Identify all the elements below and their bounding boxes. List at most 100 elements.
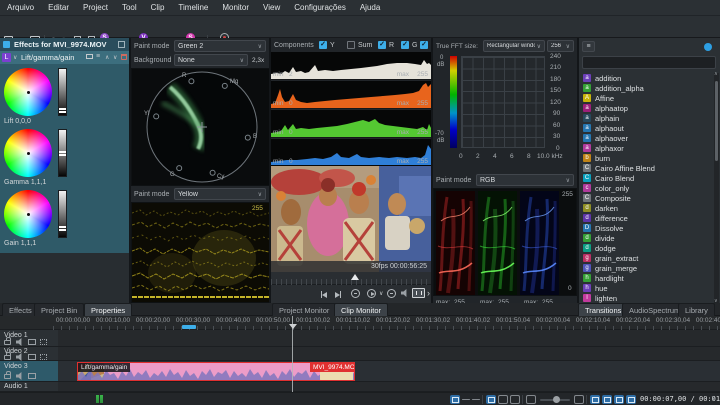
menu-tool[interactable]: Tool xyxy=(115,0,144,16)
timeline-zoom-slider[interactable] xyxy=(540,399,570,401)
zoom-slider-knob[interactable] xyxy=(553,396,560,403)
zoom-out-icon[interactable] xyxy=(526,395,536,404)
list-item[interactable]: hhue xyxy=(579,283,713,293)
audio-volume-icon[interactable] xyxy=(401,289,409,297)
list-item[interactable]: AAffine xyxy=(579,93,713,103)
zone-mode-icon[interactable] xyxy=(412,288,425,298)
spacer-icon[interactable] xyxy=(510,395,520,404)
mute-track-icon[interactable] xyxy=(16,372,24,380)
track-video2-header[interactable]: Video 2 xyxy=(0,347,58,361)
tab-library[interactable]: Library xyxy=(678,303,715,316)
lift-value-slider[interactable] xyxy=(58,68,67,116)
tab-clip-monitor[interactable]: Clip Monitor xyxy=(334,303,388,316)
timecode-dropdown-icon[interactable]: ∨ xyxy=(711,395,715,402)
spacer-tool-icon[interactable] xyxy=(462,399,470,400)
vectorscope-paint-mode-select[interactable]: Green 2∨ xyxy=(174,40,266,52)
list-item[interactable]: ccolor_only xyxy=(579,183,713,193)
lock-track-icon[interactable] xyxy=(4,340,11,345)
lock-track-icon[interactable] xyxy=(4,355,11,360)
track-video2-content[interactable] xyxy=(58,347,720,361)
checkbox-r[interactable]: ✓ xyxy=(378,41,386,49)
monitor-playhead-marker[interactable] xyxy=(351,274,359,280)
tab-properties[interactable]: Properties xyxy=(84,303,132,316)
show-audio-thumbnails-icon[interactable] xyxy=(602,395,612,404)
parade-paint-mode-select[interactable]: RGB∨ xyxy=(476,174,574,186)
track-audio1-header[interactable]: Audio 1 xyxy=(0,382,58,392)
menu-ajuda[interactable]: Ajuda xyxy=(353,0,387,16)
collapse-effect-icon[interactable]: ∨ xyxy=(13,54,17,61)
list-item[interactable]: ddivide xyxy=(579,233,713,243)
float-panel-icon[interactable] xyxy=(118,41,125,48)
list-item[interactable]: ddodge xyxy=(579,243,713,253)
fft-window-select[interactable]: Rectangular window∨ xyxy=(483,40,545,52)
checkbox-sum[interactable] xyxy=(347,41,355,49)
list-item[interactable]: aalphaxor xyxy=(579,143,713,153)
scroll-up-icon[interactable]: ∧ xyxy=(714,71,718,77)
lift-color-wheel[interactable] xyxy=(4,68,52,116)
hide-track-icon[interactable] xyxy=(28,339,36,345)
list-view-mode-button[interactable]: ≡ xyxy=(582,41,595,52)
gain-value-slider[interactable] xyxy=(58,190,67,238)
menu-editar[interactable]: Editar xyxy=(41,0,76,16)
show-markers-icon[interactable] xyxy=(614,395,624,404)
checkbox-y[interactable]: ✓ xyxy=(319,41,327,49)
more-options-icon[interactable]: › xyxy=(427,288,430,298)
gain-color-wheel[interactable] xyxy=(4,190,52,238)
play-dropdown-icon[interactable]: ∨ xyxy=(379,290,383,297)
play-button-icon[interactable] xyxy=(367,289,376,298)
list-item[interactable]: ggrain_merge xyxy=(579,263,713,273)
slider-handle[interactable] xyxy=(59,226,66,228)
list-item[interactable]: ddarken xyxy=(579,203,713,213)
hide-track-icon[interactable] xyxy=(28,354,36,360)
move-effect-down-icon[interactable]: ∨ xyxy=(113,54,117,61)
track-effects-icon[interactable] xyxy=(40,339,47,345)
timeline-zone[interactable] xyxy=(182,325,196,329)
list-item[interactable]: aalphaatop xyxy=(579,103,713,113)
monitor-video[interactable]: 30fps 00:00:56:25 xyxy=(271,166,431,272)
list-item[interactable]: llighten xyxy=(579,293,713,303)
menu-project[interactable]: Project xyxy=(76,0,115,16)
vectorscope-background-select[interactable]: None∨ xyxy=(174,54,248,66)
menu-monitor[interactable]: Monitor xyxy=(215,0,256,16)
checkbox-g[interactable]: ✓ xyxy=(401,41,409,49)
list-scrollbar[interactable]: ∧ ∨ xyxy=(714,73,719,303)
forward-1-frame-icon[interactable] xyxy=(335,290,341,299)
effect-row-lift-gamma-gain[interactable]: L ∨ Lift/gamma/gain ≡ ∧ ∨ xyxy=(0,51,129,64)
go-to-zone-end-icon[interactable] xyxy=(387,289,396,298)
snap-icon[interactable] xyxy=(626,395,636,404)
zoom-fit-icon[interactable] xyxy=(574,395,584,404)
list-item[interactable]: bburn xyxy=(579,153,713,163)
list-item[interactable]: DDissolve xyxy=(579,223,713,233)
list-item[interactable]: aaddition xyxy=(579,73,713,83)
go-to-zone-start-icon[interactable] xyxy=(351,289,360,298)
menu-timeline[interactable]: Timeline xyxy=(171,0,215,16)
list-item[interactable]: aalphaout xyxy=(579,123,713,133)
list-item[interactable]: CComposite xyxy=(579,193,713,203)
list-item[interactable]: ddifference xyxy=(579,213,713,223)
list-item[interactable]: hhardlight xyxy=(579,273,713,283)
tab-project-bin[interactable]: Project Bin xyxy=(34,303,84,316)
menu-clip[interactable]: Clip xyxy=(144,0,172,16)
monitor-ruler[interactable] xyxy=(271,272,431,285)
delete-effect-icon[interactable] xyxy=(121,54,127,60)
waveform-paint-mode-select[interactable]: Yellow∨ xyxy=(174,188,266,200)
list-item[interactable]: CCairo Affine Blend xyxy=(579,163,713,173)
lock-track-icon[interactable] xyxy=(4,374,11,379)
selection-tool-icon[interactable] xyxy=(486,395,496,404)
gamma-value-slider[interactable] xyxy=(58,129,67,177)
tab-transitions[interactable]: Transitions xyxy=(578,303,628,316)
rewind-1-frame-icon[interactable] xyxy=(321,290,327,299)
show-video-thumbnails-icon[interactable] xyxy=(590,395,600,404)
menu-configuracoes[interactable]: Configurações xyxy=(287,0,353,16)
playhead-marker[interactable] xyxy=(289,324,297,329)
track-tool-icon[interactable] xyxy=(450,395,460,404)
timeline-clip-mvi9974[interactable]: Lift/gamma/gain MVI_9974.MOV xyxy=(77,362,355,381)
track-video1-content[interactable] xyxy=(58,330,720,347)
tab-project-monitor[interactable]: Project Monitor xyxy=(272,303,336,316)
list-item[interactable]: aalphain xyxy=(579,113,713,123)
list-item[interactable]: aalphaover xyxy=(579,133,713,143)
razor-tool-icon[interactable] xyxy=(498,395,508,404)
track-video1-header[interactable]: Video 1 xyxy=(0,330,58,347)
list-item[interactable]: aaddition_alpha xyxy=(579,83,713,93)
razor-guide-icon[interactable] xyxy=(472,399,480,400)
